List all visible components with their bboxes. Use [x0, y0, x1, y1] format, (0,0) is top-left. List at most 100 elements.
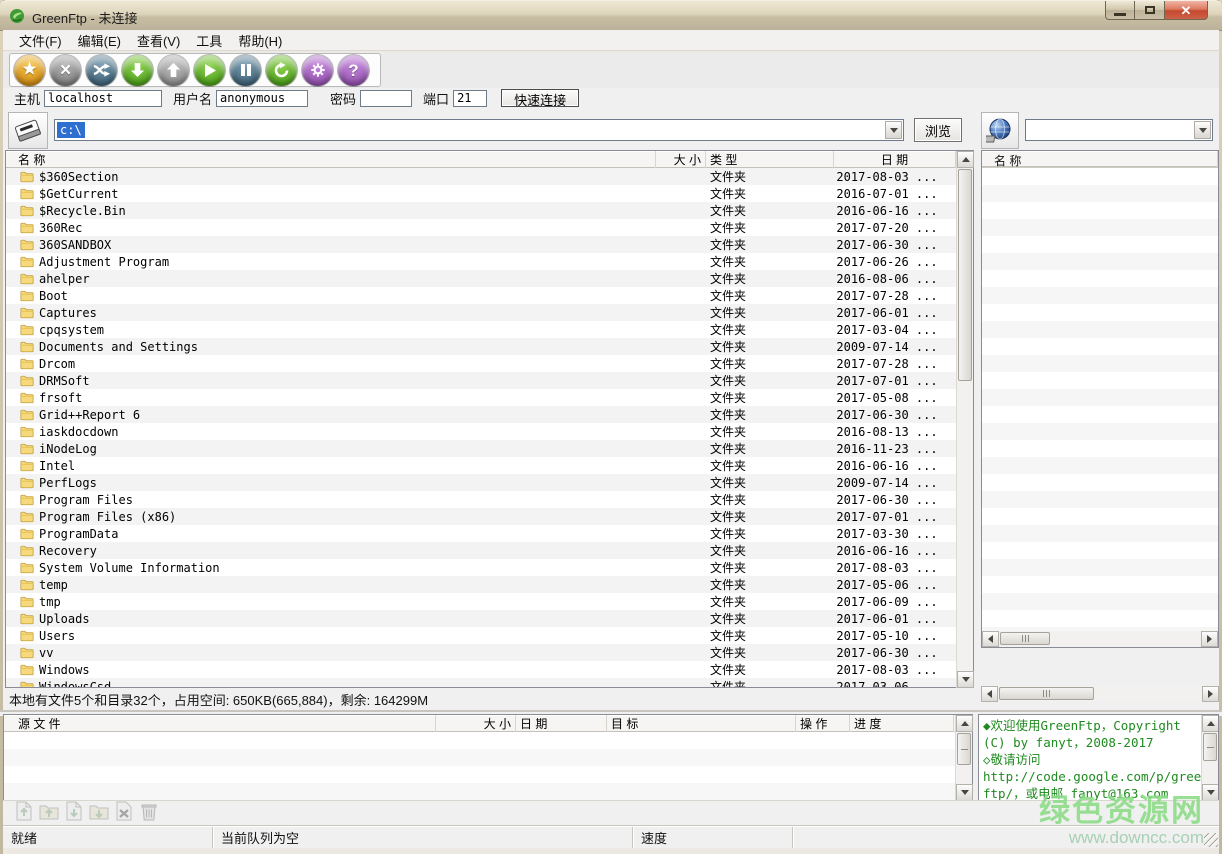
scroll-up-button[interactable]	[957, 151, 974, 168]
browse-button[interactable]: 浏览	[914, 118, 962, 142]
file-row[interactable]: Intel文件夹2016-06-16 ...	[6, 457, 956, 474]
local-column-1[interactable]: 大 小	[656, 151, 706, 168]
file-row[interactable]: Recovery文件夹2016-06-16 ...	[6, 542, 956, 559]
local-drive-tile[interactable]	[8, 112, 48, 149]
file-row[interactable]: Program Files文件夹2017-06-30 ...	[6, 491, 956, 508]
scroll-down-button[interactable]	[956, 784, 973, 801]
scroll-thumb[interactable]	[957, 733, 971, 765]
refresh-button[interactable]	[266, 55, 297, 86]
file-row[interactable]: iaskdocdown文件夹2016-08-13 ...	[6, 423, 956, 440]
queue-vertical-scrollbar[interactable]	[955, 715, 972, 801]
queue-column-4[interactable]: 操 作	[796, 715, 850, 732]
site-favorites-button[interactable]: ★	[14, 55, 45, 86]
upload-folder-button[interactable]	[38, 803, 60, 825]
local-column-2[interactable]: 类 型	[706, 151, 834, 168]
file-row[interactable]: Program Files (x86)文件夹2017-07-01 ...	[6, 508, 956, 525]
queue-column-0[interactable]: 源 文 件	[4, 715, 436, 732]
file-row[interactable]: tmp文件夹2017-06-09 ...	[6, 593, 956, 610]
local-column-3[interactable]: 日 期	[834, 151, 956, 168]
disconnect-button[interactable]: ×	[50, 55, 81, 86]
transfer-mode-button[interactable]	[86, 55, 117, 86]
file-row[interactable]: frsoft文件夹2017-05-08 ...	[6, 389, 956, 406]
scroll-thumb[interactable]	[1000, 632, 1050, 645]
file-row[interactable]: $Recycle.Bin文件夹2016-06-16 ...	[6, 202, 956, 219]
file-row[interactable]: ProgramData文件夹2017-03-30 ...	[6, 525, 956, 542]
file-row[interactable]: 360SANDBOX文件夹2017-06-30 ...	[6, 236, 956, 253]
scroll-up-button[interactable]	[1202, 715, 1219, 732]
resize-grip[interactable]	[1204, 833, 1218, 847]
port-input[interactable]	[453, 90, 487, 107]
scroll-left-button[interactable]	[982, 631, 999, 647]
log-vertical-scrollbar[interactable]	[1201, 715, 1218, 801]
file-row[interactable]: DRMSoft文件夹2017-07-01 ...	[6, 372, 956, 389]
file-row[interactable]: Drcom文件夹2017-07-28 ...	[6, 355, 956, 372]
scroll-right-button[interactable]	[1201, 631, 1218, 647]
local-path-combo[interactable]: c:\	[54, 119, 904, 141]
file-row[interactable]: ahelper文件夹2016-08-06 ...	[6, 270, 956, 287]
remote-path-combo[interactable]	[1025, 119, 1213, 141]
scroll-thumb[interactable]	[958, 169, 972, 381]
file-row[interactable]: 360Rec文件夹2017-07-20 ...	[6, 219, 956, 236]
file-row[interactable]: Boot文件夹2017-07-28 ...	[6, 287, 956, 304]
menu-item-4[interactable]: 帮助(H)	[230, 29, 290, 52]
username-input[interactable]	[216, 90, 308, 107]
password-input[interactable]	[360, 90, 412, 107]
file-row[interactable]: cpqsystem文件夹2017-03-04 ...	[6, 321, 956, 338]
file-row[interactable]: Windows文件夹2017-08-03 ...	[6, 661, 956, 678]
minimize-button[interactable]	[1105, 1, 1135, 20]
close-button[interactable]: ✕	[1165, 1, 1208, 20]
file-row[interactable]: $360Section文件夹2017-08-03 ...	[6, 168, 956, 185]
help-button[interactable]: ?	[338, 55, 369, 86]
quick-connect-button[interactable]: 快速连接	[501, 89, 579, 107]
file-row[interactable]: WindowsCsd文件夹2017-03-06 ...	[6, 678, 956, 687]
remote-site-tile[interactable]	[981, 112, 1019, 149]
host-input[interactable]	[44, 90, 162, 107]
download-button[interactable]	[122, 55, 153, 86]
settings-button[interactable]	[302, 55, 333, 86]
download-file-button[interactable]	[63, 803, 85, 825]
file-row[interactable]: System Volume Information文件夹2017-08-03 .…	[6, 559, 956, 576]
file-row[interactable]: vv文件夹2017-06-30 ...	[6, 644, 956, 661]
file-row[interactable]: Users文件夹2017-05-10 ...	[6, 627, 956, 644]
file-row[interactable]: Documents and Settings文件夹2009-07-14 ...	[6, 338, 956, 355]
scroll-right-button[interactable]	[1202, 686, 1219, 702]
remote-path-dropdown-button[interactable]	[1194, 121, 1211, 139]
delete-trash-button[interactable]	[138, 803, 160, 825]
queue-column-2[interactable]: 日 期	[516, 715, 607, 732]
remote-horizontal-scrollbar[interactable]	[982, 631, 1218, 647]
scroll-thumb[interactable]	[1203, 733, 1217, 761]
menu-item-1[interactable]: 编辑(E)	[70, 29, 129, 52]
queue-column-5[interactable]: 进 度	[850, 715, 954, 732]
file-row[interactable]: Uploads文件夹2017-06-01 ...	[6, 610, 956, 627]
queue-column-1[interactable]: 大 小	[436, 715, 516, 732]
scroll-down-button[interactable]	[1202, 784, 1219, 801]
title-bar[interactable]: GreenFtp - 未连接 ✕	[0, 0, 1222, 30]
local-path-dropdown-button[interactable]	[885, 121, 902, 139]
local-vertical-scrollbar[interactable]	[956, 151, 973, 688]
maximize-button[interactable]	[1135, 1, 1165, 20]
file-row[interactable]: Captures文件夹2017-06-01 ...	[6, 304, 956, 321]
pause-queue-button[interactable]	[230, 55, 261, 86]
scroll-thumb[interactable]	[999, 687, 1094, 700]
menu-item-2[interactable]: 查看(V)	[129, 29, 188, 52]
upload-button[interactable]	[158, 55, 189, 86]
remote-lower-scrollbar[interactable]	[981, 686, 1219, 702]
file-row[interactable]: Grid++Report 6文件夹2017-06-30 ...	[6, 406, 956, 423]
queue-column-3[interactable]: 目 标	[607, 715, 796, 732]
local-column-0[interactable]: 名 称	[6, 151, 656, 168]
start-queue-button[interactable]	[194, 55, 225, 86]
scroll-left-button[interactable]	[981, 686, 998, 702]
file-row[interactable]: PerfLogs文件夹2009-07-14 ...	[6, 474, 956, 491]
remove-item-button[interactable]	[113, 803, 135, 825]
file-row[interactable]: Adjustment Program文件夹2017-06-26 ...	[6, 253, 956, 270]
scroll-up-button[interactable]	[956, 715, 973, 732]
file-row[interactable]: iNodeLog文件夹2016-11-23 ...	[6, 440, 956, 457]
remote-column-name[interactable]: 名 称	[982, 151, 1218, 167]
scroll-down-button[interactable]	[957, 671, 974, 688]
file-row[interactable]: $GetCurrent文件夹2016-07-01 ...	[6, 185, 956, 202]
menu-item-0[interactable]: 文件(F)	[11, 29, 70, 52]
upload-file-button[interactable]	[13, 803, 35, 825]
download-folder-button[interactable]	[88, 803, 110, 825]
file-row[interactable]: temp文件夹2017-05-06 ...	[6, 576, 956, 593]
menu-item-3[interactable]: 工具	[188, 29, 230, 52]
